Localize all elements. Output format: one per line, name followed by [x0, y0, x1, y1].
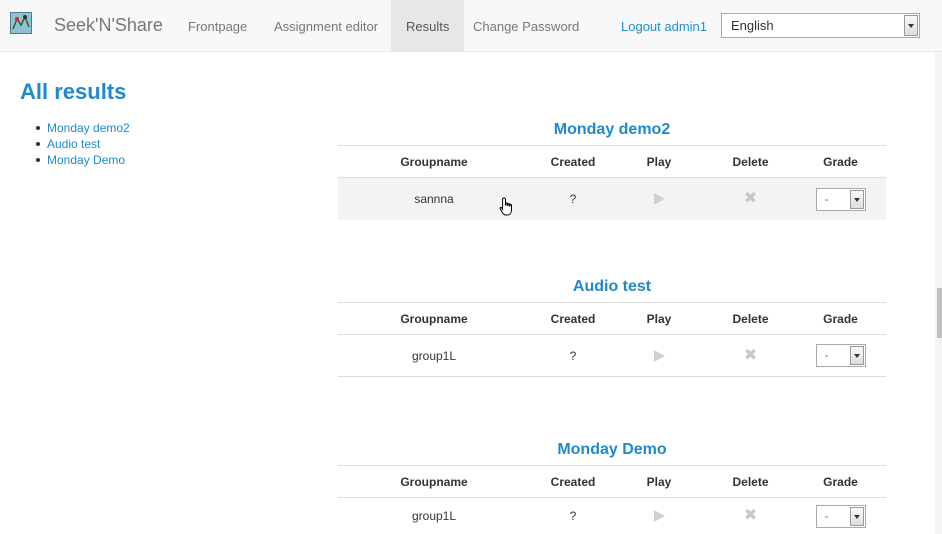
play-icon [653, 349, 665, 362]
chevron-down-icon [904, 15, 918, 36]
grade-cell: - [793, 335, 888, 376]
table-row: sannna ? ✖ - [338, 178, 886, 220]
col-play: Play [646, 474, 672, 489]
group-name: group1L [411, 348, 457, 363]
grade-cell: - [793, 178, 888, 220]
group-name: group1L [411, 509, 457, 523]
col-play: Play [646, 311, 672, 326]
nav-assignment-editor[interactable]: Assignment editor [264, 0, 388, 52]
created-value: ? [569, 509, 577, 523]
col-grade: Grade [823, 311, 858, 326]
scrollbar-track[interactable] [935, 52, 942, 534]
delete-x-icon: ✖ [743, 346, 758, 364]
grade-select[interactable]: - [815, 187, 866, 211]
section-title: Audio test [572, 278, 652, 295]
section-title: Monday Demo [557, 441, 667, 458]
play-button[interactable] [614, 335, 704, 376]
map-logo-icon[interactable] [10, 12, 32, 34]
grade-value: - [824, 191, 829, 206]
col-groupname: Groupname [400, 311, 468, 326]
play-icon [653, 193, 665, 205]
brand-name[interactable]: Seek'N'Share [54, 15, 163, 36]
table-header: Groupname Created Play Delete Grade [338, 465, 886, 498]
page-title: All results [20, 79, 127, 104]
created-value: ? [569, 192, 577, 206]
col-created: Created [550, 311, 596, 326]
results-nav-list: Monday demo2 Audio test Monday Demo [36, 120, 130, 168]
col-created: Created [550, 474, 596, 489]
col-delete: Delete [732, 154, 769, 169]
col-groupname: Groupname [400, 154, 468, 169]
created-value: ? [569, 348, 577, 363]
grade-value: - [824, 348, 829, 362]
col-grade: Grade [823, 154, 858, 169]
play-button[interactable] [614, 178, 704, 220]
chevron-down-icon [849, 506, 864, 526]
play-button[interactable] [614, 498, 704, 534]
grade-value: - [824, 508, 829, 523]
delete-button[interactable]: ✖ [703, 335, 798, 376]
group-name: sannna [414, 192, 454, 206]
col-groupname: Groupname [400, 474, 468, 489]
language-value: English [731, 18, 774, 33]
navbar: Seek'N'Share Frontpage Assignment editor… [0, 0, 942, 52]
col-created: Created [550, 154, 596, 169]
result-link-monday-demo2[interactable]: Monday demo2 [47, 121, 130, 135]
logout-link[interactable]: Logout admin1 [611, 0, 717, 52]
grade-cell: - [793, 498, 888, 534]
delete-x-icon: ✖ [743, 190, 758, 207]
col-delete: Delete [732, 474, 769, 489]
grade-select[interactable]: - [815, 504, 866, 528]
nav-results[interactable]: Results [391, 0, 465, 52]
list-item: Audio test [36, 136, 130, 152]
col-play: Play [646, 154, 672, 169]
play-icon [653, 510, 665, 522]
col-delete: Delete [732, 311, 769, 326]
list-item: Monday demo2 [36, 120, 130, 136]
grade-select[interactable]: - [815, 344, 866, 367]
list-item: Monday Demo [36, 152, 130, 168]
nav-change-password[interactable]: Change Password [463, 0, 589, 52]
delete-button[interactable]: ✖ [703, 178, 798, 220]
delete-x-icon: ✖ [743, 507, 758, 524]
hand-cursor-icon [499, 197, 515, 222]
result-link-audio-test[interactable]: Audio test [47, 137, 100, 151]
delete-button[interactable]: ✖ [703, 498, 798, 534]
chevron-down-icon [849, 346, 864, 365]
language-select[interactable]: English [721, 13, 920, 38]
table-header: Groupname Created Play Delete Grade [338, 145, 886, 178]
nav-frontpage[interactable]: Frontpage [178, 0, 257, 52]
table-row: group1L ? ✖ - [338, 498, 886, 534]
chevron-down-icon [849, 189, 864, 209]
scrollbar-thumb[interactable] [937, 288, 942, 338]
col-grade: Grade [823, 474, 858, 489]
table-header: Groupname Created Play Delete Grade [338, 302, 886, 335]
table-row: group1L ? ✖ - [338, 335, 886, 377]
section-title: Monday demo2 [553, 121, 671, 138]
result-link-monday-demo[interactable]: Monday Demo [47, 153, 125, 167]
